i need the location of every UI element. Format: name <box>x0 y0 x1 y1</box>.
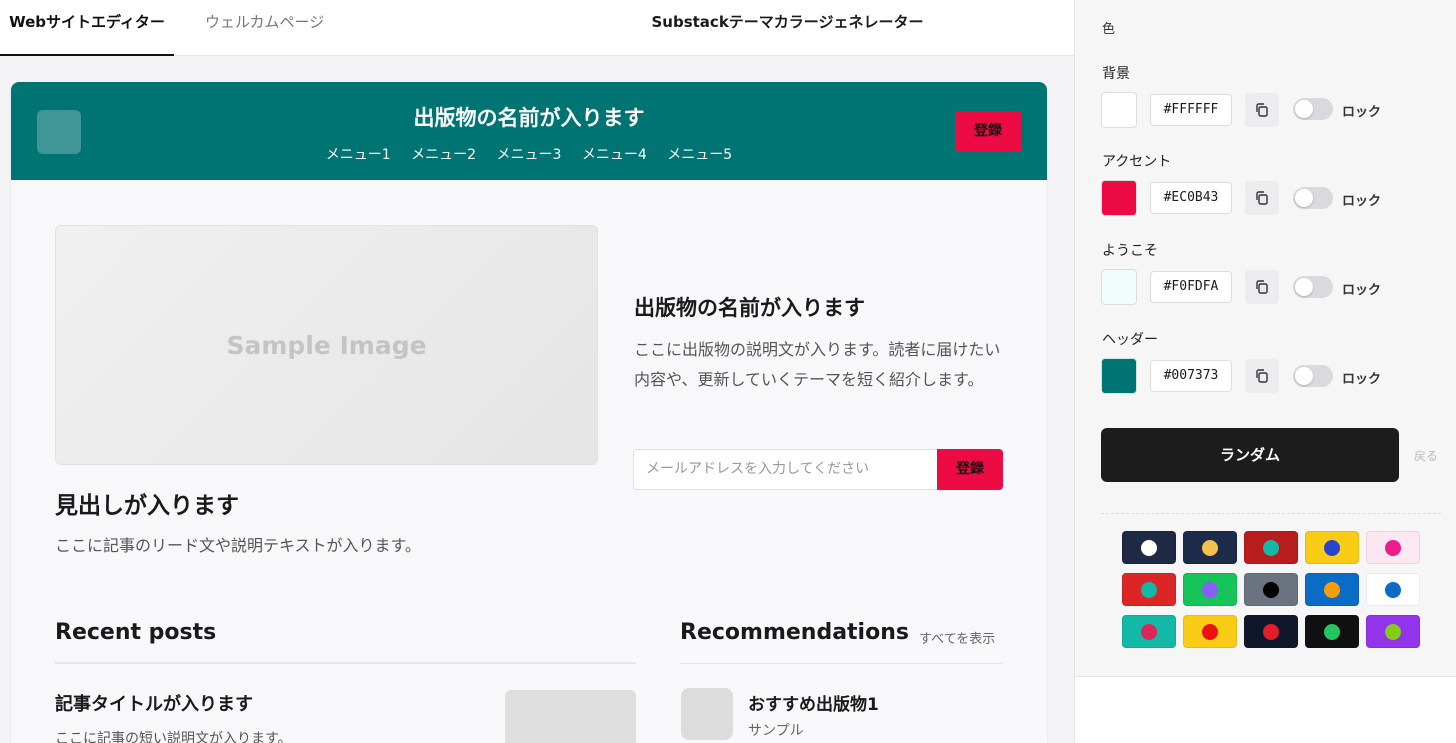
hex-input-header[interactable]: #007373 <box>1150 360 1232 392</box>
color-panel: 色 背景 #FFFFFF ロック アクセント #EC0B43 ロック ようこそ … <box>1074 0 1456 676</box>
email-input[interactable]: メールアドレスを入力してください <box>633 449 938 490</box>
preset-dot <box>1263 624 1279 640</box>
tab-website-editor[interactable]: Webサイトエディター <box>0 0 174 56</box>
color-label-accent: アクセント <box>1102 154 1172 170</box>
header-publication-name: 出版物の名前が入ります <box>413 106 645 130</box>
preset-dot <box>1385 624 1401 640</box>
preset-dot <box>1385 582 1401 598</box>
hex-input-accent[interactable]: #EC0B43 <box>1150 182 1232 214</box>
sample-image: Sample Image <box>55 225 598 465</box>
preset-palette[interactable] <box>1122 615 1176 648</box>
preset-palette[interactable] <box>1122 573 1176 606</box>
lock-label: ロック <box>1342 105 1382 120</box>
article-headline: 見出しが入ります <box>55 493 239 519</box>
recommendations-heading: Recommendations <box>680 620 909 645</box>
post-title[interactable]: 記事タイトルが入ります <box>55 690 253 716</box>
color-swatch-header[interactable] <box>1101 358 1137 394</box>
lock-label: ロック <box>1342 283 1382 298</box>
preset-dot <box>1141 582 1157 598</box>
copy-icon <box>1256 103 1268 117</box>
preset-palette[interactable] <box>1366 615 1420 648</box>
preset-palette[interactable] <box>1183 531 1237 564</box>
lock-label: ロック <box>1342 194 1382 209</box>
color-label-background: 背景 <box>1102 66 1130 82</box>
color-swatch-background[interactable] <box>1101 92 1137 128</box>
header-subscribe-button[interactable]: 登録 <box>955 111 1021 152</box>
preset-palette[interactable] <box>1122 531 1176 564</box>
email-subscribe-button[interactable]: 登録 <box>937 449 1003 490</box>
divider <box>1101 513 1441 514</box>
preset-palette[interactable] <box>1305 531 1359 564</box>
copy-icon <box>1256 191 1268 205</box>
preset-dot <box>1202 540 1218 556</box>
article-lead: ここに記事のリード文や説明テキストが入ります。 <box>55 536 421 555</box>
preset-palette[interactable] <box>1305 615 1359 648</box>
menu-item[interactable]: メニュー2 <box>411 147 476 163</box>
color-label-header: ヘッダー <box>1102 332 1158 348</box>
preset-palette[interactable] <box>1366 531 1420 564</box>
recommendation-thumbnail <box>681 688 733 740</box>
divider <box>55 662 636 664</box>
recent-posts-heading: Recent posts <box>55 620 217 645</box>
color-swatch-accent[interactable] <box>1101 180 1137 216</box>
preset-dot <box>1202 582 1218 598</box>
publication-title: 出版物の名前が入ります <box>634 296 865 320</box>
color-label-welcome: ようこそ <box>1102 243 1158 259</box>
preset-dot <box>1324 582 1340 598</box>
publication-description: ここに出版物の説明文が入ります。読者に届けたい内容や、更新していくテーマを短く紹… <box>634 340 1001 389</box>
header-menu: メニュー1 メニュー2 メニュー3 メニュー4 メニュー5 <box>11 144 1047 164</box>
hex-input-background[interactable]: #FFFFFF <box>1150 94 1232 126</box>
menu-item[interactable]: メニュー5 <box>667 147 732 163</box>
preset-dot <box>1141 540 1157 556</box>
preset-dot <box>1324 624 1340 640</box>
see-all-link[interactable]: すべてを表示 <box>919 628 995 647</box>
lock-toggle-accent[interactable] <box>1293 187 1333 209</box>
menu-item[interactable]: メニュー1 <box>326 147 391 163</box>
color-swatch-welcome[interactable] <box>1101 269 1137 305</box>
preset-dot <box>1141 624 1157 640</box>
post-thumbnail <box>505 690 636 743</box>
copy-button-header[interactable] <box>1245 359 1279 393</box>
preview-header: 出版物の名前が入ります メニュー1 メニュー2 メニュー3 メニュー4 メニュー… <box>11 82 1047 180</box>
copy-button-background[interactable] <box>1245 93 1279 127</box>
preset-palette[interactable] <box>1244 531 1298 564</box>
post-description: ここに記事の短い説明文が入ります。 <box>55 731 292 743</box>
copy-button-welcome[interactable] <box>1245 270 1279 304</box>
site-preview: 出版物の名前が入ります メニュー1 メニュー2 メニュー3 メニュー4 メニュー… <box>11 82 1047 743</box>
preset-palette[interactable] <box>1305 573 1359 606</box>
copy-button-accent[interactable] <box>1245 181 1279 215</box>
recommendation-name[interactable]: おすすめ出版物1 <box>748 690 879 715</box>
lock-label: ロック <box>1342 372 1382 387</box>
preset-dot <box>1202 624 1218 640</box>
divider <box>680 663 1002 664</box>
menu-item[interactable]: メニュー3 <box>497 147 562 163</box>
random-button[interactable]: ランダム <box>1101 428 1399 482</box>
recommendation-subtitle: サンプル <box>748 723 804 739</box>
preset-palette[interactable] <box>1244 615 1298 648</box>
app-title: Substackテーマカラージェネレーター <box>651 13 924 31</box>
preset-palette[interactable] <box>1244 573 1298 606</box>
lock-toggle-welcome[interactable] <box>1293 276 1333 298</box>
preset-palette-grid <box>1122 531 1422 649</box>
panel-footer <box>1074 676 1456 743</box>
top-bar: Webサイトエディター ウェルカムページ Substackテーマカラージェネレー… <box>0 0 1074 56</box>
hex-input-welcome[interactable]: #F0FDFA <box>1150 271 1232 303</box>
copy-icon <box>1256 369 1268 383</box>
preset-dot <box>1324 540 1340 556</box>
preset-palette[interactable] <box>1183 615 1237 648</box>
menu-item[interactable]: メニュー4 <box>582 147 647 163</box>
section-label-colors: 色 <box>1102 22 1116 37</box>
back-button[interactable]: 戻る <box>1414 447 1438 464</box>
preset-dot <box>1263 540 1279 556</box>
preset-dot <box>1385 540 1401 556</box>
preset-dot <box>1263 582 1279 598</box>
preset-palette[interactable] <box>1366 573 1420 606</box>
lock-toggle-background[interactable] <box>1293 98 1333 120</box>
tab-welcome-page[interactable]: ウェルカムページ <box>205 0 324 56</box>
preset-palette[interactable] <box>1183 573 1237 606</box>
lock-toggle-header[interactable] <box>1293 365 1333 387</box>
copy-icon <box>1256 280 1268 294</box>
